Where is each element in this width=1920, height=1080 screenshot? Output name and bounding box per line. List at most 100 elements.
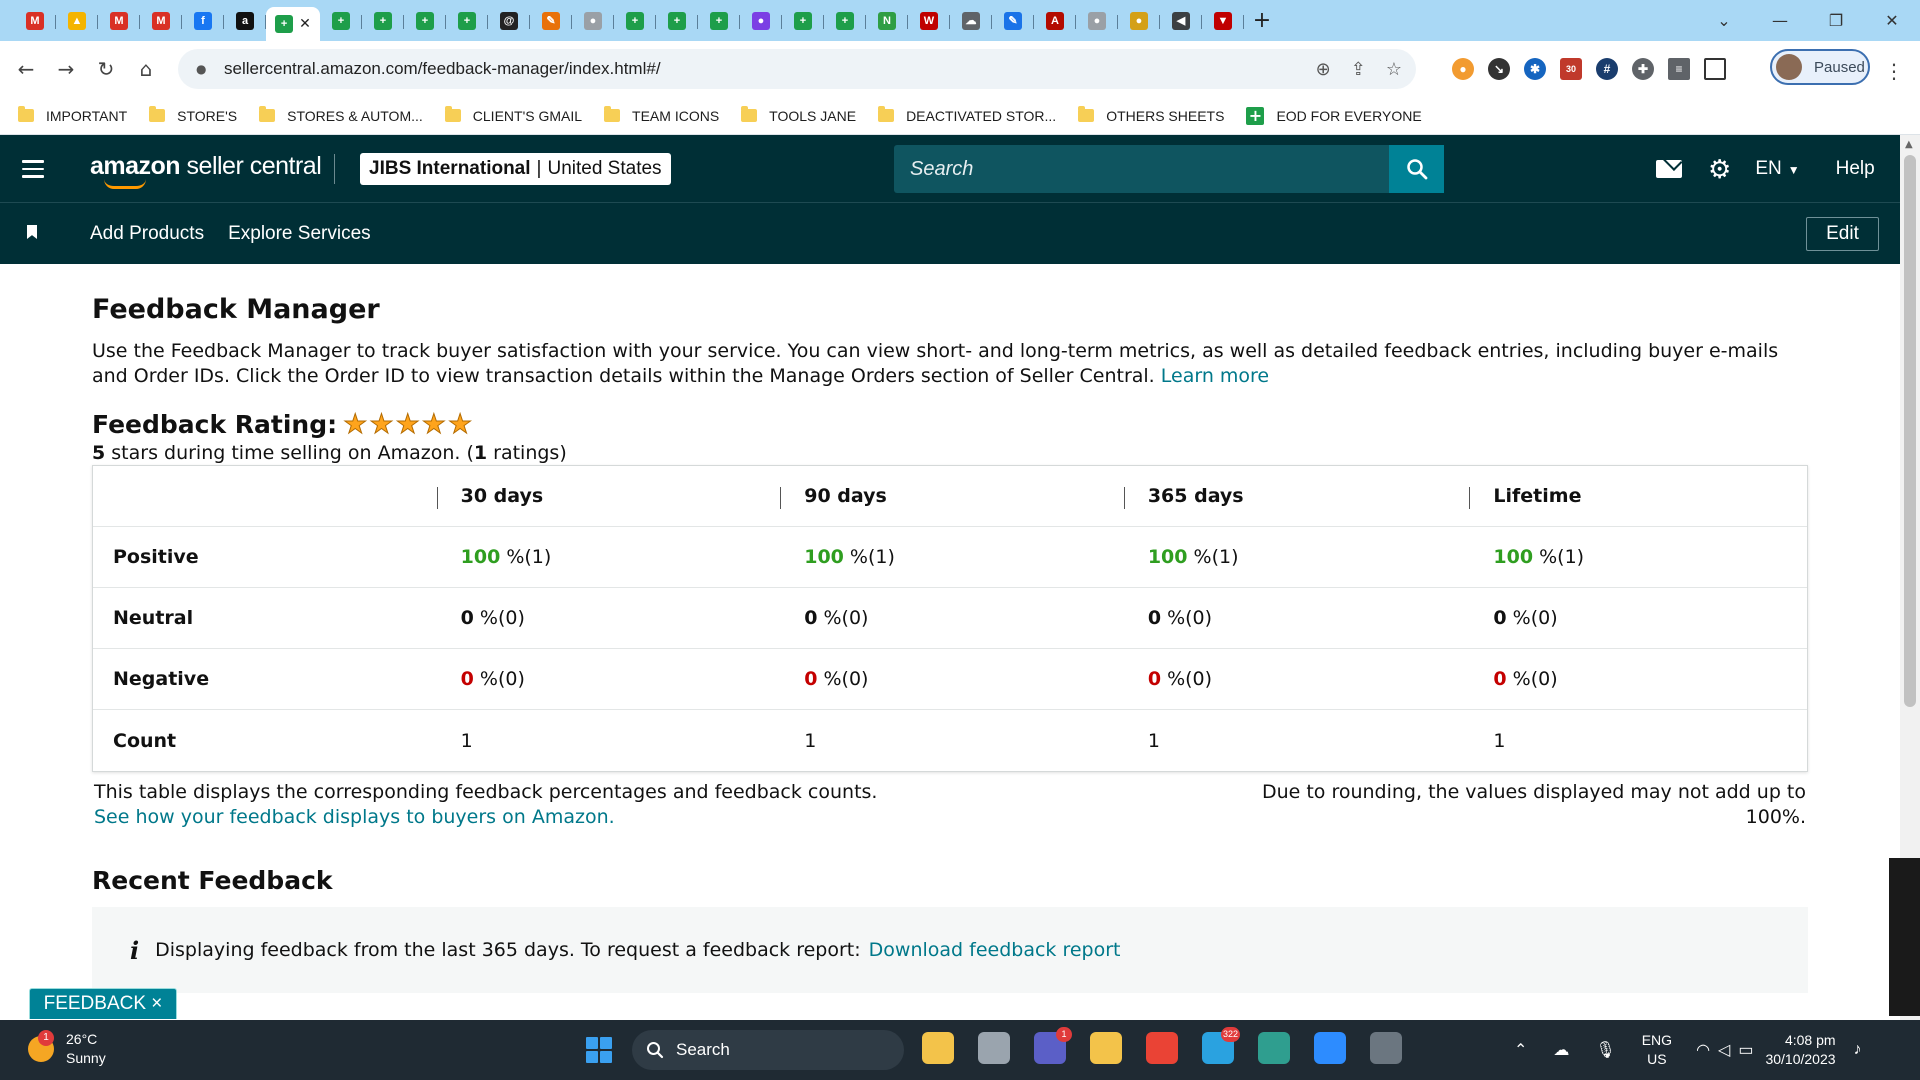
browser-tab[interactable]: + [782,6,824,36]
bookmark-item[interactable]: DEACTIVATED STOR... [878,106,1056,124]
bookmark-item[interactable]: OTHERS SHEETS [1078,106,1224,124]
browser-tab[interactable]: ▲ [56,6,98,36]
file-explorer-icon[interactable] [922,1032,954,1064]
zoom-icon[interactable]: ⊕ [1316,59,1331,80]
hamburger-menu-icon[interactable] [22,160,44,178]
browser-tab[interactable]: + [656,6,698,36]
reading-list-icon[interactable]: ≡ [1668,58,1690,80]
bookmark-item[interactable]: STORES & AUTOM... [259,106,423,124]
browser-tab[interactable]: + [614,6,656,36]
browser-tab[interactable]: M [140,6,182,36]
bookmark-item[interactable]: CLIENT'S GMAIL [444,106,582,124]
browser-tab[interactable]: N [866,6,908,36]
url-text[interactable]: sellercentral.amazon.com/feedback-manage… [224,59,661,79]
close-window-icon[interactable]: ✕ [1864,11,1920,30]
browser-tab[interactable]: ● [1118,6,1160,36]
language-selector[interactable]: EN ▼ [1755,158,1799,180]
minimize-icon[interactable]: — [1752,11,1808,30]
browser-tab[interactable]: f [182,6,224,36]
browser-tab[interactable]: ● [740,6,782,36]
bookmark-item[interactable]: + EOD FOR EVERYONE [1246,106,1422,125]
browser-tab[interactable]: A [1034,6,1076,36]
clock[interactable]: 4:08 pm 30/10/2023 [1765,1031,1835,1069]
browser-tab[interactable]: W [908,6,950,36]
browser-tab[interactable]: + [446,6,488,36]
restore-icon[interactable]: ❐ [1808,11,1864,30]
extension-orange-icon[interactable]: ● [1452,58,1474,80]
bookmark-item[interactable]: IMPORTANT [18,106,127,124]
notification-bell-icon[interactable]: ♪ [1854,1041,1862,1059]
back-icon[interactable]: ← [6,49,46,89]
scroll-thumb[interactable] [1904,155,1916,707]
browser-tab[interactable]: + ✕ [266,7,320,41]
tab-search-icon[interactable]: ⌄ [1696,11,1752,30]
download-feedback-report-link[interactable]: Download feedback report [869,939,1121,961]
windows-start-icon[interactable] [586,1037,612,1063]
input-language[interactable]: ENG US [1642,1031,1672,1069]
extension-arrow-icon[interactable]: ↘ [1488,58,1510,80]
onedrive-cloud-icon[interactable]: ☁ [1553,1040,1569,1060]
browser-menu-icon[interactable]: ⋮ [1884,59,1904,83]
microphone-icon[interactable]: 🎙 [1595,1040,1615,1060]
browser-tab[interactable]: a [224,6,266,36]
edit-bookmarks-button[interactable]: Edit [1806,217,1879,251]
battery-icon[interactable]: ▭ [1738,1040,1753,1060]
reload-icon[interactable]: ↻ [86,49,126,89]
bookmark-item[interactable]: TOOLS JANE [741,106,856,124]
messages-mail-icon[interactable] [1656,160,1682,178]
add-products-link[interactable]: Add Products [90,223,204,245]
forward-icon[interactable]: → [46,49,86,89]
telegram-icon[interactable]: 322 [1202,1027,1240,1064]
browser-tab[interactable]: M [98,6,140,36]
browser-tab[interactable]: + [362,6,404,36]
browser-tab[interactable]: ✎ [530,6,572,36]
search-button[interactable] [1389,145,1444,193]
share-icon[interactable]: ⇪ [1351,59,1366,80]
chrome-icon[interactable] [1146,1032,1178,1064]
extension-gear-icon[interactable]: ✱ [1524,58,1546,80]
extension-grid-icon[interactable]: # [1596,58,1618,80]
close-tab-icon[interactable]: ✕ [299,16,311,32]
bookmark-star-icon[interactable]: ☆ [1386,59,1402,80]
teams-icon[interactable]: 1 [1034,1027,1072,1064]
help-link[interactable]: Help [1836,158,1875,180]
settings-gear-icon[interactable]: ⚙ [1708,154,1731,185]
browser-tab[interactable]: ● [572,6,614,36]
browser-tab[interactable]: @ [488,6,530,36]
bookmark-item[interactable]: STORE'S [149,106,237,124]
extensions-puzzle-icon[interactable]: ✚ [1632,58,1654,80]
browser-tab[interactable]: ▼ [1202,6,1244,36]
home-icon[interactable]: ⌂ [126,49,166,89]
browser-tab[interactable]: + [320,6,362,36]
bookmark-icon[interactable] [27,225,37,239]
extension-calendar-icon[interactable]: 30 [1560,58,1582,80]
browser-tab[interactable]: + [824,6,866,36]
edge-icon[interactable] [1258,1032,1290,1064]
profile-button[interactable]: Paused [1770,49,1870,85]
weather-widget[interactable]: 1 26°C Sunny [28,1030,106,1068]
browser-tab[interactable]: ☁ [950,6,992,36]
bookmark-item[interactable]: TEAM ICONS [604,106,719,124]
zoom-icon[interactable] [1314,1032,1346,1064]
account-switcher[interactable]: JIBS International | United States [360,153,671,185]
browser-tab[interactable]: + [404,6,446,36]
calculator-icon[interactable] [1370,1032,1402,1064]
amazon-seller-central-logo[interactable]: amazon seller central [90,152,322,181]
folder-icon[interactable] [1090,1032,1122,1064]
window-icon[interactable] [978,1032,1010,1064]
volume-icon[interactable]: ◁ [1718,1040,1730,1060]
taskbar-search[interactable]: Search [632,1030,904,1070]
search-input[interactable]: Search [894,145,1444,193]
wifi-icon[interactable]: ◠ [1696,1040,1710,1060]
browser-tab[interactable]: + [698,6,740,36]
buyer-display-link[interactable]: See how your feedback displays to buyers… [94,805,877,830]
scroll-up-icon[interactable]: ▲ [1905,139,1913,150]
chevron-up-icon[interactable]: ⌃ [1514,1040,1527,1060]
explore-services-link[interactable]: Explore Services [228,223,371,245]
browser-tab[interactable]: ● [1076,6,1118,36]
browser-tab[interactable]: M [14,6,56,36]
address-bar[interactable]: ● sellercentral.amazon.com/feedback-mana… [178,49,1416,89]
browser-tab[interactable]: ◀ [1160,6,1202,36]
learn-more-link[interactable]: Learn more [1161,365,1269,387]
new-tab-icon[interactable]: + [1244,6,1280,36]
